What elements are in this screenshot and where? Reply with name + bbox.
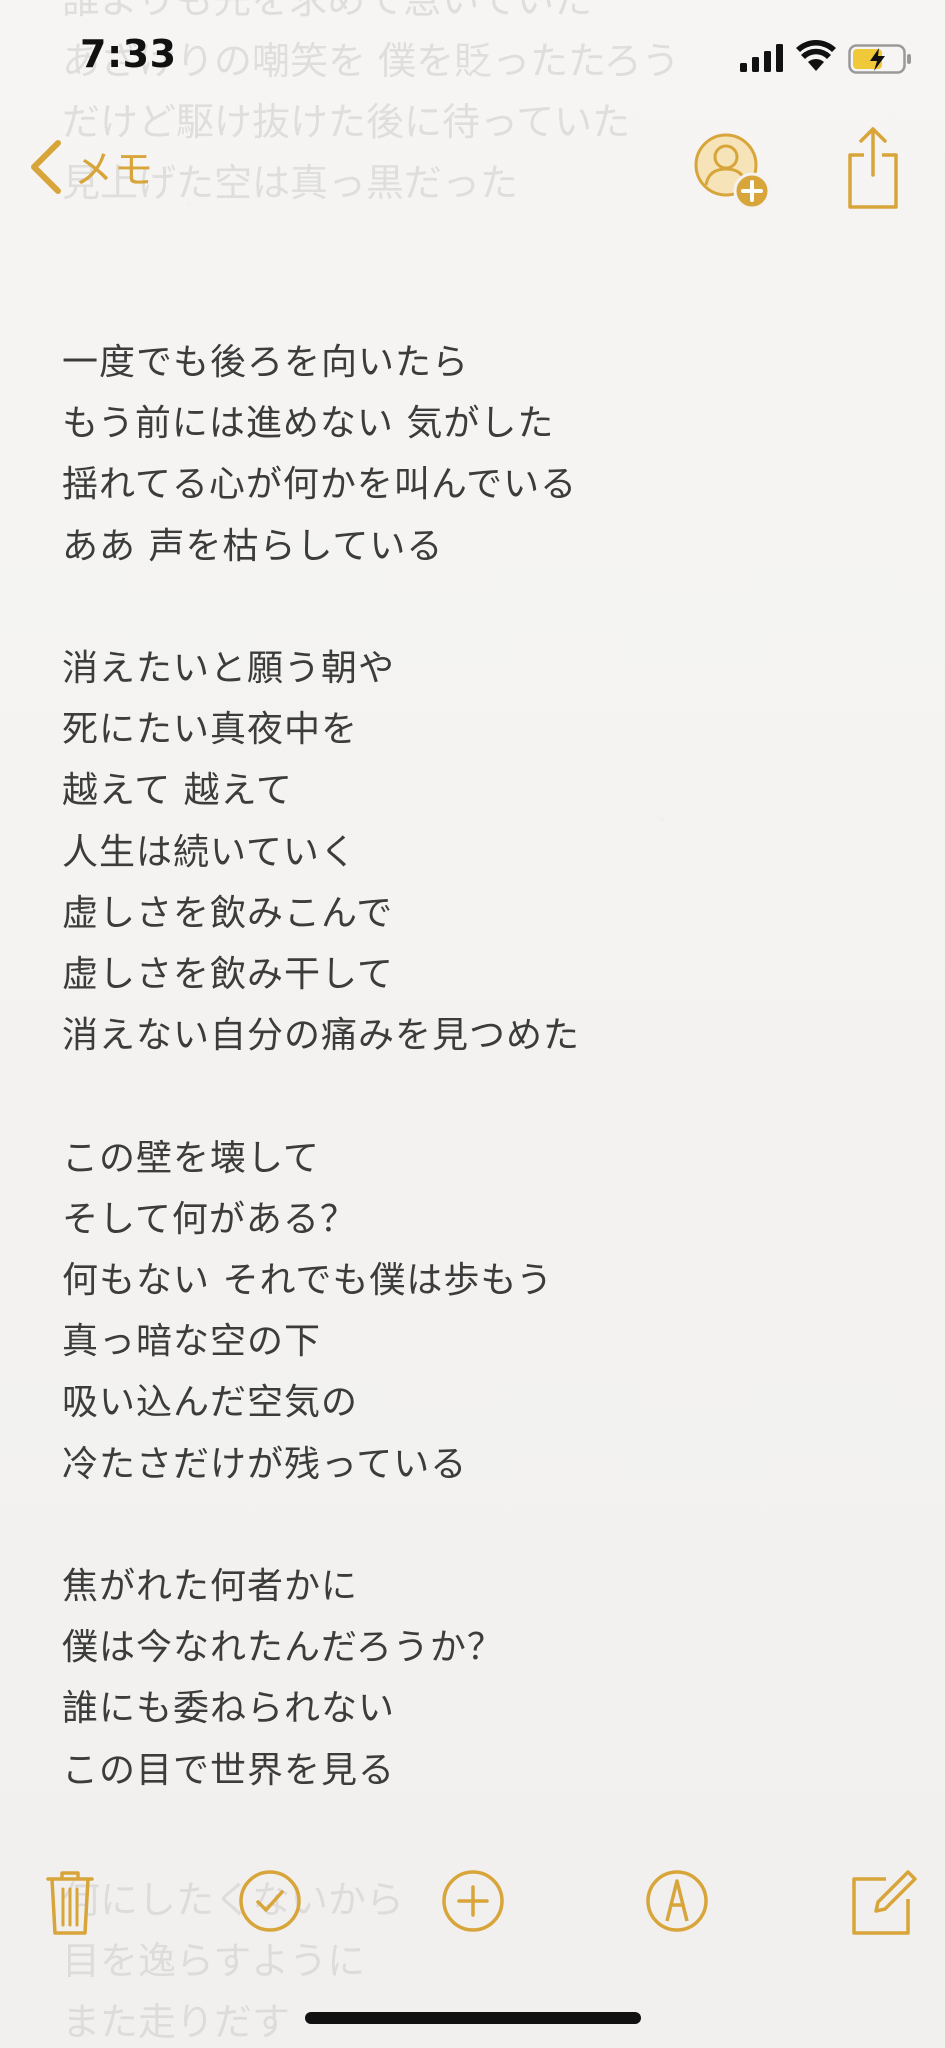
note-line: 冷たさだけが残っている xyxy=(62,1443,468,1485)
note-line: 人生は続いていく xyxy=(62,831,357,873)
add-icon[interactable] xyxy=(437,1865,509,1937)
status-bar: 7:33 xyxy=(0,0,945,115)
note-line: 虚しさを飲みこんで xyxy=(62,892,394,934)
note-line: 消えない自分の痛みを見つめた xyxy=(62,1015,581,1057)
note-content[interactable]: 一度でも後ろを向いたらもう前には進めない 気がした 揺れてる心が何かを叫んでいるあ… xyxy=(62,332,882,1801)
home-indicator[interactable] xyxy=(305,2012,641,2024)
note-line: 焦がれた何者かに xyxy=(62,1566,359,1608)
battery-charging-icon xyxy=(848,44,911,74)
bottom-toolbar xyxy=(0,1865,945,1955)
note-line: 一度でも後ろを向いたら xyxy=(62,342,470,383)
markup-icon[interactable] xyxy=(641,1865,713,1937)
note-line: もう前には進めない 気がした xyxy=(62,403,555,445)
note-line: 消えたいと願う朝や xyxy=(62,648,396,689)
note-line: 揺れてる心が何かを叫んでいる xyxy=(62,464,578,506)
compose-icon[interactable] xyxy=(846,1865,918,1937)
back-button[interactable]: メモ xyxy=(28,135,154,199)
trash-icon[interactable] xyxy=(34,1865,106,1937)
status-time: 7:33 xyxy=(80,32,177,76)
note-line: 死にたい真夜中を xyxy=(62,709,359,751)
share-icon[interactable] xyxy=(846,125,900,211)
note-line: 誰にも委ねられない xyxy=(62,1688,396,1730)
navigation-bar: メモ xyxy=(0,115,945,225)
cellular-signal-icon xyxy=(740,44,783,72)
note-line xyxy=(62,1495,882,1556)
note-line: 真っ暗な空の下 xyxy=(62,1321,322,1363)
note-line: 何もない それでも僕は歩もう xyxy=(62,1260,554,1302)
note-line: 僕は今なれたんだろうか？ xyxy=(62,1627,504,1669)
note-line: そして何がある？ xyxy=(62,1198,357,1240)
note-line: ああ 声を枯らしている xyxy=(62,525,444,567)
note-line: 吸い込んだ空気の xyxy=(62,1382,359,1424)
note-line xyxy=(62,577,882,638)
note-line: この壁を壊して xyxy=(62,1137,320,1179)
wifi-icon xyxy=(796,40,836,71)
note-line: 虚しさを飲み干して xyxy=(62,954,394,996)
chevron-left-icon xyxy=(31,140,61,194)
back-button-label: メモ xyxy=(74,148,155,193)
note-line: 越えて 越えて xyxy=(62,770,293,812)
add-person-icon[interactable] xyxy=(690,129,774,213)
note-line: この目で世界を見る xyxy=(62,1749,396,1791)
note-line xyxy=(62,1066,882,1127)
checklist-icon[interactable] xyxy=(234,1865,306,1937)
